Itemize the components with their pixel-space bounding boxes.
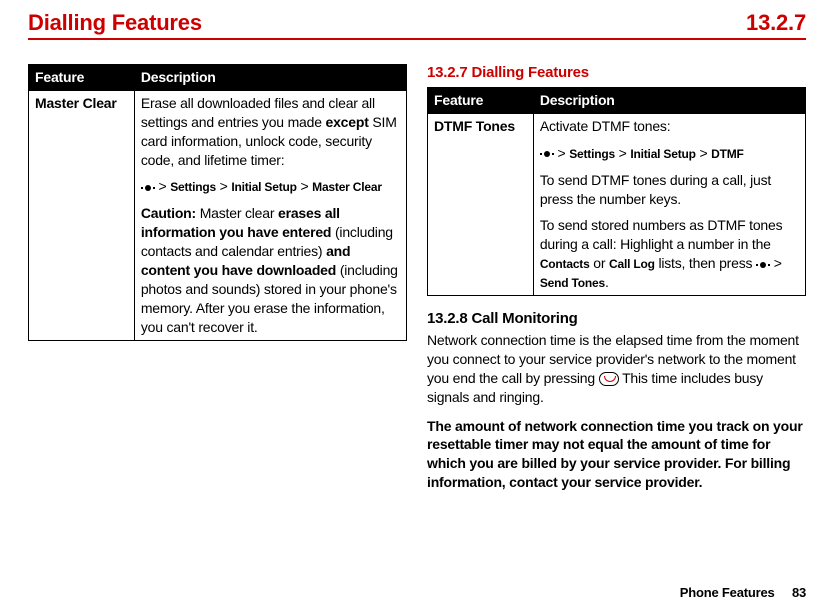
menu-ref: Call Log — [609, 257, 655, 271]
col-header-feature: Feature — [29, 65, 135, 91]
section-heading-13-2-8: 13.2.8 Call Monitoring — [427, 310, 806, 327]
menu-step: Master Clear — [312, 180, 382, 194]
text-bold: The amount of network connection time yo… — [427, 418, 803, 491]
menu-step: Initial Setup — [630, 147, 695, 161]
text: or — [590, 255, 609, 271]
gt: > — [699, 145, 707, 161]
menu-step: Settings — [170, 180, 216, 194]
col-header-feature: Feature — [428, 88, 534, 114]
gt: > — [774, 255, 782, 271]
nav-key-icon — [141, 183, 155, 193]
gt: > — [558, 145, 566, 161]
feature-description: Erase all downloaded files and clear all… — [134, 90, 406, 340]
section-heading-13-2-7: 13.2.7 Dialling Features — [427, 64, 806, 81]
menu-ref: Contacts — [540, 257, 590, 271]
nav-path: > Settings > Initial Setup > Master Clea… — [141, 177, 400, 196]
text: . — [605, 274, 609, 290]
menu-step: Settings — [569, 147, 615, 161]
text: Master clear — [196, 205, 278, 221]
feature-description: Activate DTMF tones: > Settings > Initia… — [533, 113, 805, 295]
header-title: Dialling Features — [28, 10, 202, 36]
gt: > — [300, 178, 308, 194]
menu-ref: Send Tones — [540, 276, 605, 290]
right-column: 13.2.7 Dialling Features Feature Descrip… — [427, 64, 806, 502]
left-column: Feature Description Master Clear Erase a… — [28, 64, 407, 502]
menu-step: DTMF — [711, 147, 744, 161]
header-section: 13.2.7 — [746, 10, 806, 36]
text: Activate DTMF tones: — [540, 117, 799, 136]
text: lists, then press — [655, 255, 756, 271]
content-columns: Feature Description Master Clear Erase a… — [28, 64, 806, 502]
table-row: DTMF Tones Activate DTMF tones: > Settin… — [428, 113, 806, 295]
gt: > — [220, 178, 228, 194]
menu-step: Initial Setup — [231, 180, 296, 194]
text-bold: except — [326, 114, 369, 130]
nav-path: > Settings > Initial Setup > DTMF — [540, 144, 799, 163]
feature-name: DTMF Tones — [428, 113, 534, 295]
table-row: Master Clear Erase all downloaded files … — [29, 90, 407, 340]
page-number: 83 — [792, 585, 806, 600]
col-header-description: Description — [533, 88, 805, 114]
page-footer: Phone Features 83 — [680, 585, 806, 600]
gt: > — [159, 178, 167, 194]
gt: > — [619, 145, 627, 161]
body-paragraph: Network connection time is the elapsed t… — [427, 331, 806, 407]
nav-key-icon — [756, 260, 770, 270]
end-call-icon — [599, 372, 619, 386]
nav-key-icon — [540, 149, 554, 159]
body-paragraph-bold: The amount of network connection time yo… — [427, 417, 806, 493]
feature-name: Master Clear — [29, 90, 135, 340]
text: To send DTMF tones during a call, just p… — [540, 171, 799, 209]
col-header-description: Description — [134, 65, 406, 91]
text: To send stored numbers as DTMF tones dur… — [540, 217, 783, 252]
dtmf-table: Feature Description DTMF Tones Activate … — [427, 87, 806, 296]
text-bold: Caution: — [141, 205, 196, 221]
footer-label: Phone Features — [680, 585, 775, 600]
page-header: Dialling Features 13.2.7 — [28, 10, 806, 40]
master-clear-table: Feature Description Master Clear Erase a… — [28, 64, 407, 341]
